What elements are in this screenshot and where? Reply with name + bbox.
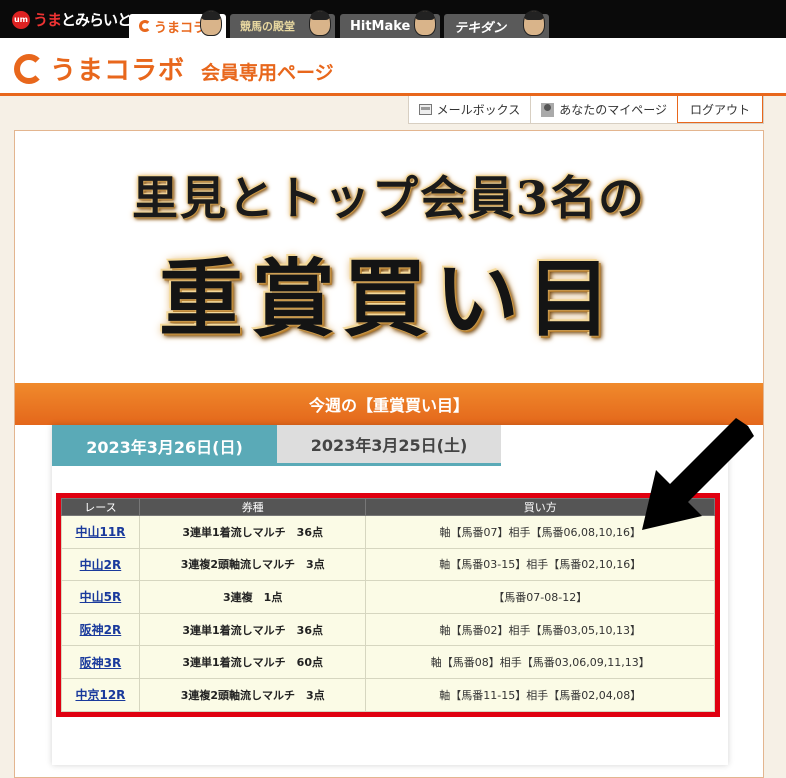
logo-text: うまコラボ — [50, 56, 186, 86]
race-link[interactable]: 阪神2R — [80, 623, 122, 637]
utility-nav: メールボックス あなたのマイページ ログアウト — [407, 96, 764, 124]
table-header-row: レース 券種 買い方 — [61, 498, 715, 516]
table-row: 阪神2R 3連単1着流しマルチ 36点 軸【馬番02】相手【馬番03,05,10… — [61, 612, 715, 647]
tab-tekidan[interactable]: テキダン — [444, 10, 549, 38]
um-badge-icon: um — [12, 10, 30, 29]
user-icon — [541, 102, 555, 117]
hero-title-line2: 重賞買い目 — [158, 248, 619, 348]
table-row: 中山11R 3連単1着流しマルチ 36点 軸【馬番07】相手【馬番06,08,1… — [61, 515, 715, 549]
tab-umacollabo[interactable]: うまコラボ — [129, 10, 226, 38]
header-race: レース — [61, 498, 140, 516]
umacollabo-logo[interactable]: うまコラボ 会員専用ページ — [14, 50, 334, 87]
tab-date-sunday[interactable]: 2023年3月26日(日) — [52, 425, 277, 466]
site-header: うまコラボ 会員専用ページ — [0, 38, 786, 96]
avatar-icon — [200, 10, 222, 36]
table-row: 中京12R 3連複2頭軸流しマルチ 3点 軸【馬番11-15】相手【馬番02,0… — [61, 677, 715, 712]
ticket-type-cell: 3連複2頭軸流しマルチ 3点 — [138, 547, 367, 582]
race-link[interactable]: 中山5R — [80, 590, 122, 604]
tab-label: テキダン — [454, 20, 507, 36]
header-ticket-type: 券種 — [138, 498, 367, 516]
logout-label: ログアウト — [689, 102, 750, 117]
pick-cell: 軸【馬番03-15】相手【馬番02,10,16】 — [365, 547, 715, 582]
pick-cell: 軸【馬番08】相手【馬番03,06,09,11,13】 — [365, 645, 715, 679]
avatar-icon — [309, 10, 331, 36]
table-row: 中山5R 3連複 1点 【馬番07-08-12】 — [61, 580, 715, 614]
picks-card: 2023年3月26日(日) 2023年3月25日(土) レース 券種 買い方 中… — [52, 425, 728, 765]
table-row: 阪神3R 3連単1着流しマルチ 60点 軸【馬番08】相手【馬番03,06,09… — [61, 645, 715, 679]
c-logo-icon — [14, 53, 44, 84]
mirai-prefix: うま — [33, 11, 62, 29]
race-link[interactable]: 中京12R — [75, 688, 125, 702]
ticket-type-cell: 3連複2頭軸流しマルチ 3点 — [138, 677, 367, 712]
header-subtitle: 会員専用ページ — [201, 61, 334, 84]
mailbox-link[interactable]: メールボックス — [409, 96, 531, 123]
avatar-icon — [523, 10, 545, 36]
picks-table-frame: レース 券種 買い方 中山11R 3連単1着流しマルチ 36点 軸【馬番07】相… — [56, 493, 720, 717]
mail-icon — [418, 104, 432, 115]
hero-title-line1: 里見とトップ会員3名の — [131, 170, 646, 225]
hero-banner: 里見とトップ会員3名の 重賞買い目 — [15, 131, 763, 383]
mirai-suffix: とみらいと — [61, 11, 132, 29]
pick-cell: 【馬番07-08-12】 — [365, 580, 715, 614]
mypage-label: あなたのマイページ — [559, 103, 667, 117]
race-link[interactable]: 中山11R — [75, 525, 125, 539]
top-site-bar: um うまとみらいと ▲ うまコラボ 競馬の殿堂 HitMake テキダン — [0, 0, 786, 38]
logout-button[interactable]: ログアウト — [676, 96, 763, 123]
ticket-type-cell: 3連単1着流しマルチ 36点 — [138, 515, 367, 549]
pick-cell: 軸【馬番11-15】相手【馬番02,04,08】 — [365, 677, 715, 712]
tab-keiba-dendo[interactable]: 競馬の殿堂 — [230, 10, 335, 38]
tab-label: HitMake — [350, 18, 411, 34]
picks-table: レース 券種 買い方 中山11R 3連単1着流しマルチ 36点 軸【馬番07】相… — [61, 498, 715, 712]
pick-cell: 軸【馬番02】相手【馬番03,05,10,13】 — [365, 612, 715, 647]
ticket-type-cell: 3連複 1点 — [138, 580, 367, 614]
table-row: 中山2R 3連複2頭軸流しマルチ 3点 軸【馬番03-15】相手【馬番02,10… — [61, 547, 715, 582]
avatar-icon — [414, 10, 436, 36]
ticket-type-cell: 3連単1着流しマルチ 60点 — [138, 645, 367, 679]
c-logo-icon — [139, 20, 151, 32]
tab-hitmake[interactable]: HitMake — [340, 10, 440, 38]
mailbox-label: メールボックス — [436, 103, 521, 117]
tab-label: 競馬の殿堂 — [240, 20, 295, 33]
ticket-type-cell: 3連単1着流しマルチ 36点 — [138, 612, 367, 647]
mypage-link[interactable]: あなたのマイページ — [530, 96, 677, 123]
date-tabs: 2023年3月26日(日) 2023年3月25日(土) — [52, 425, 501, 466]
race-link[interactable]: 阪神3R — [80, 656, 122, 670]
race-link[interactable]: 中山2R — [80, 558, 122, 572]
tab-date-saturday[interactable]: 2023年3月25日(土) — [277, 425, 501, 466]
arrow-pointer-icon — [642, 418, 754, 530]
